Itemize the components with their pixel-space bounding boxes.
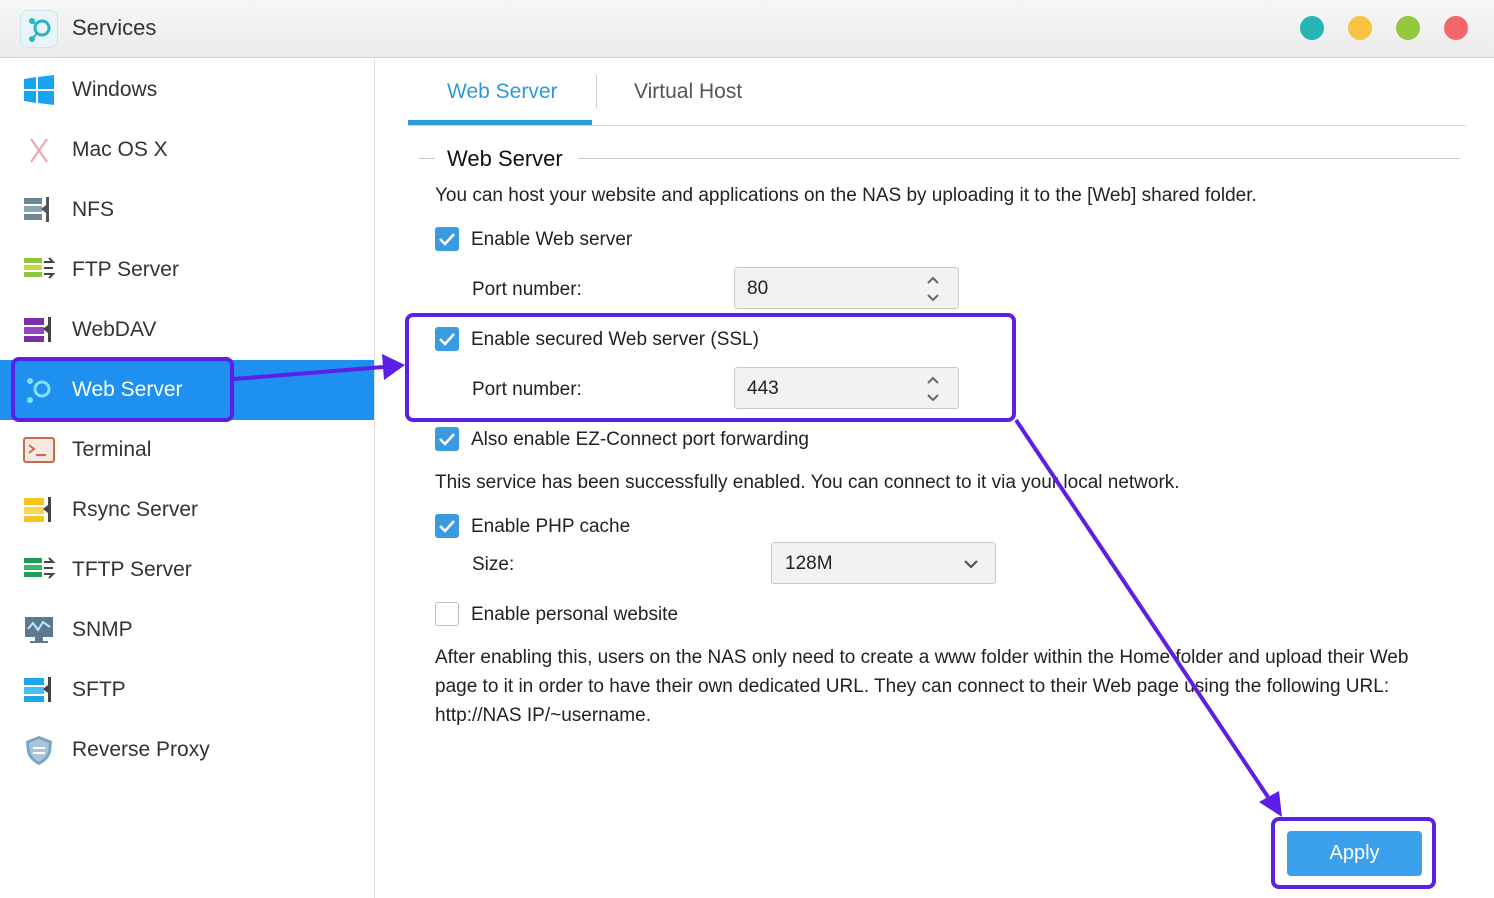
sidebar-item-label: SFTP xyxy=(72,678,126,701)
sidebar-item-webdav[interactable]: WebDAV xyxy=(0,300,374,360)
section-divider xyxy=(578,158,1460,159)
cache-size-select[interactable]: 128M xyxy=(771,542,996,584)
tab-web-server[interactable]: Web Server xyxy=(447,80,558,104)
services-app-icon xyxy=(20,10,58,48)
snmp-icon xyxy=(22,614,56,646)
personal-website-note: After enabling this, users on the NAS on… xyxy=(435,643,1465,730)
tab-divider xyxy=(596,75,597,108)
ftp-icon xyxy=(22,254,56,286)
nfs-icon xyxy=(22,194,56,226)
sidebar-item-nfs[interactable]: NFS xyxy=(0,180,374,240)
ez-connect-label: Also enable EZ-Connect port forwarding xyxy=(471,429,809,450)
check-icon xyxy=(439,233,455,246)
sidebar-item-sftp[interactable]: SFTP xyxy=(0,660,374,720)
macos-icon xyxy=(22,134,56,166)
minimize-button[interactable] xyxy=(1348,16,1372,40)
rsync-icon xyxy=(22,494,56,526)
sidebar-item-mac-os-x[interactable]: Mac OS X xyxy=(0,120,374,180)
sidebar-item-label: SNMP xyxy=(72,618,133,641)
window-dot-teal-button[interactable] xyxy=(1300,16,1324,40)
active-tab-indicator xyxy=(408,120,592,125)
sidebar-item-reverse-proxy[interactable]: Reverse Proxy xyxy=(0,720,374,780)
sidebar-item-label: Reverse Proxy xyxy=(72,738,210,761)
sidebar-item-label: Windows xyxy=(72,78,158,101)
chevron-down-icon xyxy=(963,556,979,572)
terminal-icon xyxy=(22,434,56,466)
php-cache-checkbox[interactable] xyxy=(435,514,459,538)
check-icon xyxy=(439,433,455,446)
http-port-value: 80 xyxy=(747,278,769,299)
sidebar-item-label: Mac OS X xyxy=(72,138,168,161)
section-description: You can host your website and applicatio… xyxy=(435,185,1257,206)
section-title: Web Server xyxy=(447,146,563,171)
tab-virtual-host[interactable]: Virtual Host xyxy=(634,80,742,104)
stepper-arrows-icon[interactable] xyxy=(926,274,940,304)
note-line: After enabling this, users on the NAS on… xyxy=(435,647,1409,668)
enable-web-server-checkbox[interactable] xyxy=(435,227,459,251)
title-bar: Services xyxy=(0,0,1494,58)
sidebar-item-label: Terminal xyxy=(72,438,152,461)
http-port-label: Port number: xyxy=(472,279,582,300)
window-title: Services xyxy=(72,15,157,40)
cache-size-value: 128M xyxy=(785,553,833,574)
sidebar: Windows Mac OS X NFS FTP Server WebDAV W… xyxy=(0,59,375,898)
sidebar-item-tftp-server[interactable]: TFTP Server xyxy=(0,540,374,600)
highlight-box-ssl xyxy=(405,313,1016,422)
sidebar-item-rsync-server[interactable]: Rsync Server xyxy=(0,480,374,540)
sidebar-item-snmp[interactable]: SNMP xyxy=(0,600,374,660)
http-port-stepper[interactable]: 80 xyxy=(734,267,959,309)
check-icon xyxy=(439,520,455,533)
webdav-icon xyxy=(22,314,56,346)
maximize-button[interactable] xyxy=(1396,16,1420,40)
sidebar-item-label: NFS xyxy=(72,198,114,221)
sftp-icon xyxy=(22,674,56,706)
section-divider xyxy=(419,158,435,159)
status-text: This service has been successfully enabl… xyxy=(435,472,1180,493)
sidebar-item-label: TFTP Server xyxy=(72,558,192,581)
sidebar-item-terminal[interactable]: Terminal xyxy=(0,420,374,480)
personal-website-checkbox[interactable] xyxy=(435,602,459,626)
sidebar-item-label: FTP Server xyxy=(72,258,179,281)
cache-size-label: Size: xyxy=(472,554,515,575)
enable-web-server-label: Enable Web server xyxy=(471,229,633,250)
note-line: http://NAS IP/~username. xyxy=(435,705,651,726)
php-cache-label: Enable PHP cache xyxy=(471,516,631,537)
note-line: page to it in order to have their own de… xyxy=(435,676,1390,697)
tftp-icon xyxy=(22,554,56,586)
tab-bar-border xyxy=(408,125,1466,126)
close-button[interactable] xyxy=(1444,16,1468,40)
reverse-proxy-icon xyxy=(22,734,56,766)
sidebar-item-windows[interactable]: Windows xyxy=(0,60,374,120)
sidebar-item-label: Rsync Server xyxy=(72,498,199,521)
personal-website-label: Enable personal website xyxy=(471,604,679,625)
highlight-box-web-server xyxy=(11,357,234,422)
windows-icon xyxy=(22,74,56,106)
highlight-box-apply xyxy=(1271,817,1436,889)
sidebar-item-label: WebDAV xyxy=(72,318,157,341)
sidebar-item-ftp-server[interactable]: FTP Server xyxy=(0,240,374,300)
ez-connect-checkbox[interactable] xyxy=(435,427,459,451)
